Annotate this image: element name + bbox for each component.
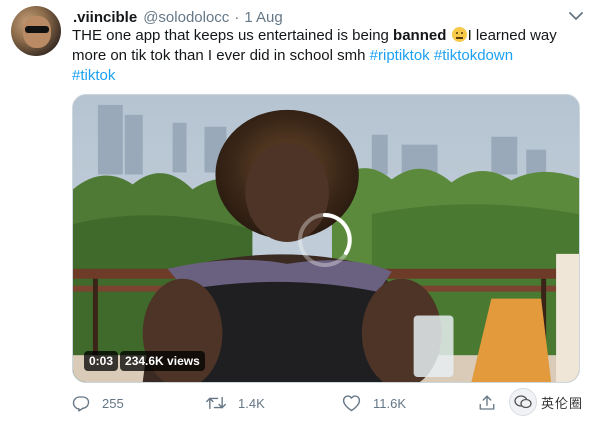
video-player[interactable]: 0:03 234.6K views (72, 94, 580, 383)
wechat-logo-icon (508, 388, 537, 416)
hashtag-riptiktok[interactable]: #riptiktok (370, 47, 430, 64)
video-duration: 0:03 (84, 351, 119, 371)
like-button[interactable]: 11.6K (342, 392, 406, 414)
share-button[interactable] (478, 392, 496, 414)
user-handle[interactable]: @solodolocc (143, 9, 229, 26)
watermark-text: 英伦圈 (540, 396, 583, 412)
display-name[interactable]: .viincible (73, 9, 137, 26)
watermark: 英伦圈 (508, 388, 583, 416)
separator-dot: · (234, 8, 240, 26)
heart-icon (342, 395, 361, 412)
reply-icon (72, 396, 90, 412)
video-view-count: 234.6K views (120, 351, 205, 371)
hashtag-tiktokdown[interactable]: #tiktokdown (434, 47, 513, 64)
tweet-text-bold: banned (393, 27, 447, 44)
share-icon (479, 395, 495, 410)
retweet-button[interactable]: 1.4K (206, 392, 265, 414)
tweet-timestamp[interactable]: 1 Aug (244, 9, 282, 26)
more-options-button[interactable] (567, 8, 585, 24)
video-info-overlay: 0:03 234.6K views (84, 351, 205, 371)
chat-bubbles-icon (514, 395, 532, 409)
loading-spinner-icon (298, 213, 352, 267)
tweet-actions: 255 1.4K 11.6K (72, 392, 502, 414)
neutral-face-icon (451, 27, 467, 42)
like-count: 11.6K (373, 395, 407, 411)
reply-count: 255 (102, 395, 124, 411)
tweet-text-part1: THE one app that keeps us entertained is… (72, 27, 394, 44)
retweet-icon (206, 396, 226, 410)
retweet-count: 1.4K (238, 395, 265, 411)
avatar-glasses (25, 26, 49, 33)
hashtag-tiktok[interactable]: #tiktok (72, 67, 115, 84)
avatar[interactable] (11, 6, 61, 56)
tweet-header: .viincible @solodolocc · 1 Aug (73, 7, 283, 27)
chevron-down-icon (569, 11, 583, 20)
reply-button[interactable]: 255 (72, 392, 124, 414)
tweet-text: THE one app that keeps us entertained is… (72, 26, 587, 86)
